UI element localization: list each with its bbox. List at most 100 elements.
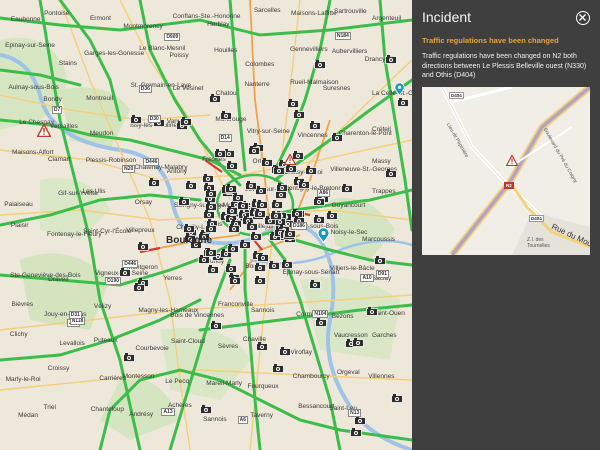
route-shield: D91: [375, 269, 389, 278]
warning-triangle-icon[interactable]: [36, 123, 52, 142]
close-circle-icon[interactable]: [576, 11, 590, 25]
traffic-camera-icon[interactable]: [225, 260, 237, 273]
route-shield: D909: [164, 33, 181, 42]
traffic-camera-icon[interactable]: [385, 165, 398, 179]
traffic-camera-icon[interactable]: [309, 276, 322, 289]
route-shield: D190: [105, 277, 122, 286]
traffic-camera-icon[interactable]: [183, 220, 196, 234]
traffic-camera-icon[interactable]: [147, 174, 160, 187]
panel-title: Incident: [422, 9, 472, 25]
traffic-camera-icon[interactable]: [373, 252, 386, 265]
traffic-camera-icon[interactable]: [228, 272, 241, 286]
place-label: Marly-le-Roi: [5, 375, 41, 383]
traffic-camera-icon[interactable]: [271, 196, 284, 209]
traffic-camera-icon[interactable]: [268, 257, 280, 270]
traffic-camera-icon[interactable]: [352, 334, 365, 347]
traffic-camera-icon[interactable]: [227, 240, 239, 254]
traffic-camera-icon[interactable]: [341, 180, 354, 193]
blue-info-marker-icon[interactable]: [317, 227, 330, 248]
traffic-camera-icon[interactable]: [201, 170, 214, 183]
traffic-camera-icon[interactable]: [279, 343, 291, 356]
traffic-camera-icon[interactable]: [257, 249, 270, 262]
place-label: Pontoise: [44, 9, 70, 17]
place-label: Draveil: [48, 275, 69, 283]
traffic-camera-icon[interactable]: [275, 179, 288, 193]
traffic-camera-icon[interactable]: [248, 142, 261, 156]
traffic-camera-icon[interactable]: [390, 390, 403, 403]
traffic-camera-icon[interactable]: [238, 236, 251, 249]
traffic-camera-icon[interactable]: [272, 360, 284, 373]
traffic-camera-icon[interactable]: [130, 111, 143, 125]
place-label: Argenteuil: [372, 14, 402, 22]
route-shield: D31: [68, 310, 82, 319]
traffic-camera-icon[interactable]: [280, 256, 293, 270]
traffic-camera-icon[interactable]: [366, 303, 378, 316]
place-label: Sartrouville: [334, 8, 367, 16]
place-label: Marcoussis: [362, 236, 396, 244]
traffic-camera-icon[interactable]: [122, 349, 135, 363]
traffic-camera-icon[interactable]: [177, 193, 190, 207]
traffic-camera-icon[interactable]: [206, 261, 219, 275]
traffic-camera-icon[interactable]: [136, 238, 149, 251]
place-label: Le Pecq: [165, 378, 190, 386]
traffic-camera-icon[interactable]: [225, 157, 238, 170]
traffic-camera-icon[interactable]: [297, 176, 310, 189]
place-label: Médan: [18, 412, 38, 420]
place-label: Colombes: [245, 60, 275, 68]
traffic-camera-icon[interactable]: [253, 205, 266, 219]
warning-triangle-icon[interactable]: [283, 152, 297, 170]
traffic-camera-icon[interactable]: [256, 338, 269, 352]
traffic-camera-icon[interactable]: [225, 202, 238, 216]
traffic-camera-icon[interactable]: [203, 206, 216, 219]
traffic-camera-icon[interactable]: [210, 317, 223, 331]
traffic-camera-icon[interactable]: [225, 180, 238, 194]
traffic-camera-icon[interactable]: [293, 106, 306, 119]
traffic-camera-icon[interactable]: [227, 220, 240, 234]
incident-inset-map[interactable]: D404 N2 D404 Boulevard du Pré du Coigny …: [422, 87, 590, 255]
traffic-camera-icon[interactable]: [313, 211, 326, 224]
place-label: Conflans-Ste.-Honorine: [172, 13, 241, 21]
place-label: Franconville: [217, 301, 253, 309]
blue-info-marker-icon[interactable]: [394, 82, 405, 101]
place-label: Chambourcy: [292, 372, 330, 380]
place-label: Montmorency: [123, 22, 163, 30]
warning-triangle-icon[interactable]: [505, 153, 519, 171]
traffic-camera-icon[interactable]: [293, 212, 306, 226]
place-label: Taverny: [250, 412, 273, 420]
traffic-camera-icon[interactable]: [180, 113, 193, 127]
traffic-camera-icon[interactable]: [185, 177, 198, 191]
place-label: Mareil-Marly: [206, 379, 242, 387]
traffic-camera-icon[interactable]: [269, 207, 282, 220]
traffic-camera-icon[interactable]: [214, 145, 227, 159]
place-label: Vincennes: [297, 132, 328, 140]
place-label: Clichy: [9, 330, 28, 338]
traffic-camera-icon[interactable]: [260, 154, 273, 167]
traffic-camera-icon[interactable]: [287, 95, 300, 109]
place-label: Aubervilliers: [331, 47, 368, 55]
traffic-camera-icon[interactable]: [246, 218, 258, 231]
traffic-camera-icon[interactable]: [309, 117, 322, 131]
place-label: Orgeval: [336, 368, 360, 376]
traffic-camera-icon[interactable]: [314, 56, 327, 69]
place-label: Garges-les-Gonesse: [84, 49, 145, 57]
route-shield: D30: [147, 115, 161, 124]
traffic-camera-icon[interactable]: [200, 401, 213, 414]
traffic-camera-icon[interactable]: [219, 107, 232, 120]
place-label: Triel: [43, 404, 56, 412]
traffic-camera-icon[interactable]: [330, 129, 343, 143]
traffic-camera-icon[interactable]: [245, 177, 258, 191]
traffic-camera-icon[interactable]: [385, 51, 398, 64]
map-view[interactable]: Eaubonne Pontoise Ermont Montmorency Conflan…: [0, 0, 412, 450]
traffic-camera-icon[interactable]: [325, 207, 338, 220]
place-label: Saint-Cloud: [171, 337, 205, 345]
traffic-camera-icon[interactable]: [272, 162, 285, 176]
traffic-camera-icon[interactable]: [132, 279, 145, 293]
incident-description: Traffic regulations have been changed on…: [422, 53, 587, 80]
traffic-camera-icon[interactable]: [254, 272, 267, 285]
traffic-camera-icon[interactable]: [204, 185, 217, 198]
traffic-camera-icon[interactable]: [208, 90, 221, 103]
traffic-camera-icon[interactable]: [305, 162, 318, 176]
place-label: Poissy: [169, 52, 189, 59]
route-shield: A86: [316, 188, 331, 197]
place-label: Nanterre: [244, 81, 270, 89]
